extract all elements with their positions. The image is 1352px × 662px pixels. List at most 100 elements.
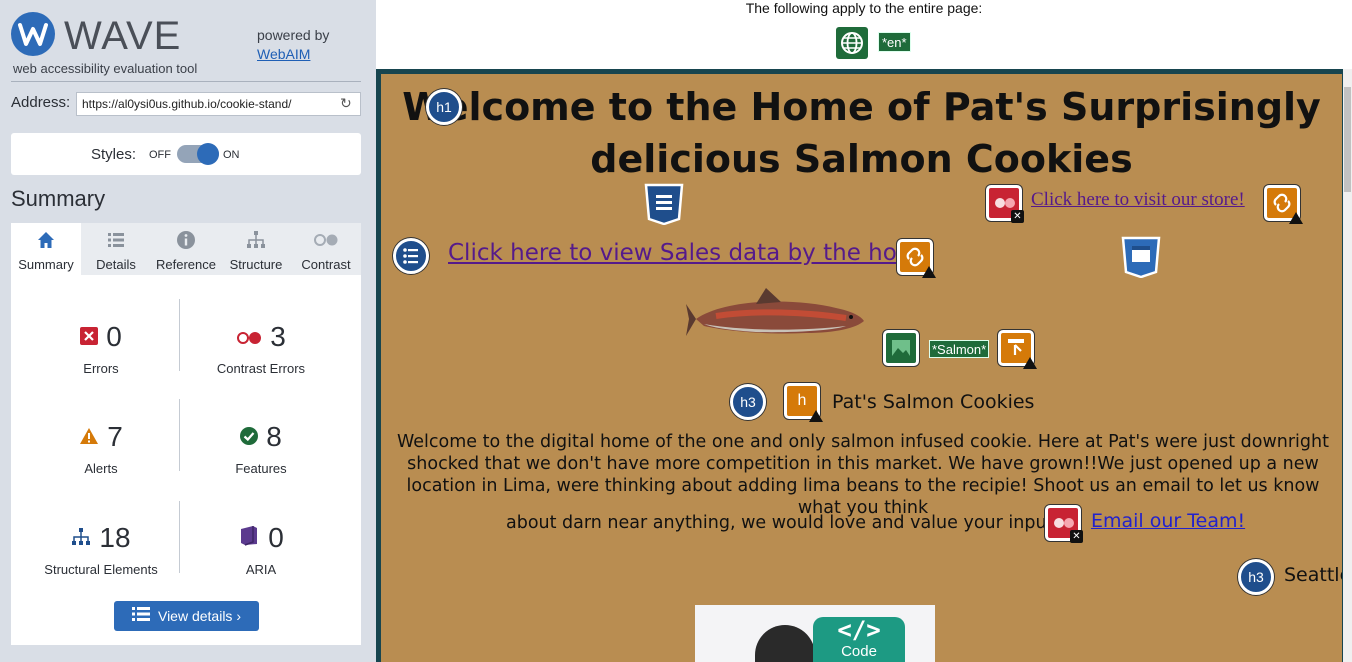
warning-mark-icon [1289,212,1303,224]
site-paragraph-end: about darn near anything, we would love … [506,513,1061,533]
list-icon [131,602,150,632]
seattle-heading: Seattle [1284,564,1342,586]
language-globe-icon[interactable] [836,27,868,59]
styles-toggle[interactable] [177,143,219,165]
info-icon [151,230,221,250]
tab-structure[interactable]: Structure [221,223,291,275]
suspicious-link-alert-icon[interactable] [1264,185,1303,224]
structural-label: Structural Elements [44,561,158,577]
error-x-icon: ✕ [1070,530,1083,543]
structural-stat[interactable]: 18 Structural Elements [21,522,181,577]
code-view-button[interactable]: </> Code [813,617,905,662]
alt-text-badge: *Salmon* [929,340,990,358]
warning-mark-icon [922,266,936,278]
wave-tagline: web accessibility evaluation tool [13,61,198,76]
code-label: Code [841,643,877,660]
skipped-heading-alert-icon[interactable]: h [784,383,823,422]
powered-by-text: powered by [257,27,330,43]
tab-reference[interactable]: Reference [151,223,221,275]
redundant-title-alert-icon[interactable] [998,330,1037,369]
site-preview: Welcome to the Home of Pat's Surprisingl… [381,74,1342,662]
wave-sidebar: WAVE web accessibility evaluation tool p… [0,0,376,662]
aria-stat[interactable]: 0 ARIA [181,522,341,577]
page-level-bar: The following apply to the entire page: … [376,0,1352,69]
list-icon [81,230,151,250]
address-value: https://al0ysi0us.github.io/cookie-stand… [82,97,292,111]
home-icon [11,230,81,250]
wave-logo-icon [11,12,55,56]
wave-logo-area: WAVE web accessibility evaluation tool p… [11,12,361,82]
list-structure-icon[interactable] [393,238,429,274]
view-details-button[interactable]: View details › [114,601,259,631]
scrollbar-thumb[interactable] [1344,87,1351,192]
contrast-errors-stat[interactable]: 3 Contrast Errors [181,321,341,376]
h1-structure-icon[interactable]: h1 [426,89,462,125]
alt-text-feature-icon[interactable] [883,330,919,366]
tab-label: Reference [156,257,216,272]
aria-label: ARIA [245,561,277,577]
styles-toggle-box: Styles: OFF ON [11,133,361,175]
contrast-icon [291,230,361,250]
tab-label: Summary [18,257,74,272]
page-level-text: The following apply to the entire page: [745,0,983,16]
features-label: Features [235,460,287,476]
tab-summary[interactable]: Summary [11,223,81,275]
styles-off-label: OFF [149,149,171,161]
store-link[interactable]: Click here to visit our store! [1031,189,1245,211]
contrast-error-icon[interactable]: ✕ [986,185,1024,223]
suspicious-link-alert-icon[interactable] [897,239,936,278]
aria-count: 0 [268,522,284,553]
summary-panel: 0 Errors 3 Contrast Errors 7 Alerts 8 Fe… [11,275,361,645]
errors-stat[interactable]: 0 Errors [21,321,181,376]
main-region-icon[interactable] [1121,236,1161,279]
tab-details[interactable]: Details [81,223,151,275]
h3-structure-icon[interactable]: h3 [1238,559,1274,595]
preview-scrollbar[interactable] [1343,69,1352,662]
webaim-link[interactable]: WebAIM [257,45,329,64]
structural-count: 18 [99,522,131,553]
features-count: 8 [266,421,282,452]
site-h3: Pat's Salmon Cookies [832,391,1035,413]
toggle-knob [197,143,219,165]
powered-by: powered by WebAIM [257,26,329,64]
email-team-link[interactable]: Email our Team! [1091,510,1245,532]
alerts-count: 7 [107,421,123,452]
warning-mark-icon [809,410,823,422]
sales-data-link[interactable]: Click here to view Sales data by the hou… [448,240,921,266]
tab-label: Contrast [301,257,351,272]
site-h1: Welcome to the Home of Pat's Surprisingl… [402,85,1321,181]
header-region-icon[interactable] [644,183,684,226]
alert-icon [79,423,99,455]
contrast-error-icon [236,323,262,355]
features-stat[interactable]: 8 Features [181,421,341,476]
styles-on-label: ON [223,149,240,161]
panel-tabs: Summary Details Reference Structure Cont… [11,223,361,275]
salmon-image [686,286,868,348]
tab-label: Structure [229,257,283,272]
code-icon: </> [837,616,881,644]
alerts-label: Alerts [84,460,118,476]
alerts-stat[interactable]: 7 Alerts [21,421,181,476]
styles-label: Styles: [91,146,137,163]
errors-label: Errors [83,360,119,376]
h3-structure-icon[interactable]: h3 [730,384,766,420]
tab-contrast[interactable]: Contrast [291,223,361,275]
contrast-errors-count: 3 [270,321,286,352]
errors-count: 0 [106,321,122,352]
address-label: Address: [11,94,71,111]
tab-label: Details [96,257,136,272]
warning-mark-icon [1023,357,1037,369]
feature-check-icon [240,423,259,455]
hierarchy-icon [221,230,291,250]
address-input[interactable]: https://al0ysi0us.github.io/cookie-stand… [76,92,361,116]
view-details-label: View details › [157,608,241,624]
aria-icon [238,524,260,556]
contrast-error-icon[interactable]: ✕ [1045,505,1083,543]
refresh-icon[interactable]: ↻ [340,96,354,110]
structure-icon [71,524,91,556]
site-paragraph: Welcome to the digital home of the one a… [397,432,1329,518]
error-x-icon: ✕ [1011,210,1024,223]
wave-logo-text: WAVE [64,14,182,58]
contrast-errors-label: Contrast Errors [216,360,306,376]
person-figure [755,625,815,662]
